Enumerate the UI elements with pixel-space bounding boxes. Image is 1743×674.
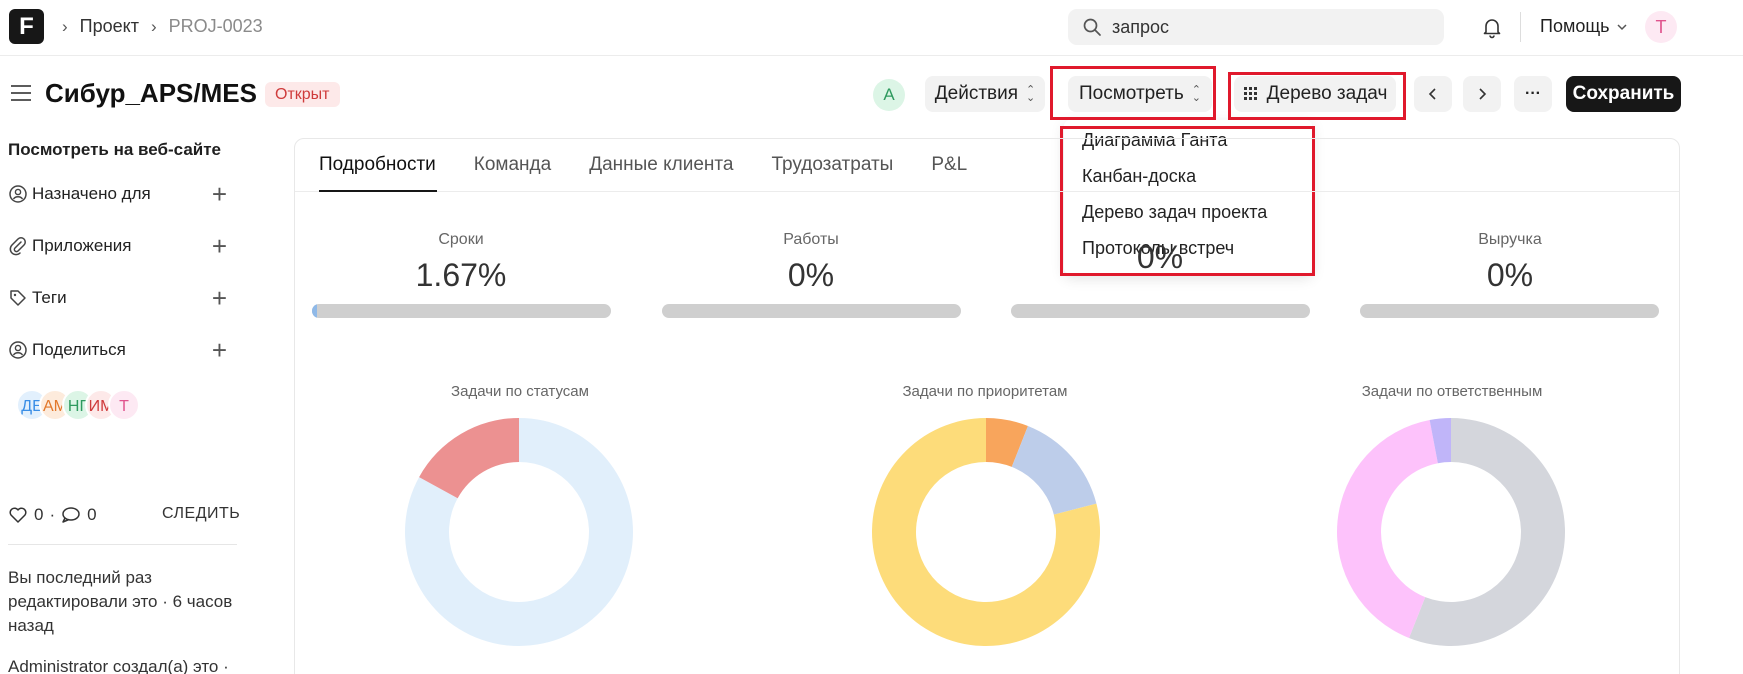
divider [8, 544, 237, 545]
actions-label: Действия [934, 83, 1019, 104]
sidebar-row-tags[interactable]: Теги + [8, 285, 233, 311]
follow-button[interactable]: СЛЕДИТЬ [162, 505, 240, 523]
chevron-left-icon [1428, 88, 1436, 100]
sidebar-row-label: Назначено для [32, 184, 151, 203]
sidebar-row-share[interactable]: Поделиться + [8, 337, 233, 363]
heart-icon[interactable] [8, 506, 28, 524]
sidebar-row-label: Теги [32, 288, 67, 307]
app-logo[interactable]: F [9, 9, 44, 44]
likes-count: 0 [34, 505, 44, 524]
likes-comments: 0 · 0 [8, 505, 97, 525]
tab-bar: Подробности Команда Данные клиента Трудо… [319, 154, 967, 176]
page-title: Сибур_APS/MES [45, 78, 257, 108]
metric-value: 0% [787, 257, 835, 293]
dot-separator: · [49, 505, 56, 524]
created-by-text: Administrator создал(а) это · [8, 657, 229, 674]
comments-count: 0 [87, 505, 97, 524]
status-donut-chart [405, 418, 633, 646]
user-avatar[interactable]: T [1645, 11, 1677, 43]
chevron-down-icon [1617, 23, 1627, 30]
user-add-icon [9, 185, 27, 203]
assignee-avatar[interactable]: A [873, 79, 905, 111]
metric-works: Работы 0% [661, 231, 961, 294]
tab-timesheets[interactable]: Трудозатраты [771, 154, 893, 176]
paperclip-icon [9, 237, 26, 256]
metric-value: 0% [1486, 257, 1534, 293]
breadcrumb: › Проект › PROJ-0023 [62, 16, 263, 37]
priority-donut-chart [872, 418, 1100, 646]
bell-icon[interactable] [1480, 15, 1504, 39]
highlight-box [1050, 66, 1216, 120]
breadcrumb-project[interactable]: Проект [80, 16, 139, 37]
next-button[interactable] [1463, 76, 1501, 112]
sidebar-row-assigned[interactable]: Назначено для + [8, 181, 233, 207]
divider [295, 191, 1679, 192]
chevron-right-icon: › [62, 16, 68, 36]
actions-button[interactable]: Действия ⌃ ⌄ [925, 76, 1045, 112]
more-icon: ··· [1525, 85, 1541, 102]
metric-revenue: Выручка 0% [1360, 231, 1660, 294]
metric-progress-bar [312, 304, 611, 318]
search-icon [1083, 18, 1101, 36]
metric-deadlines: Сроки 1.67% [311, 231, 611, 294]
metric-label: Сроки [438, 231, 484, 248]
tab-team[interactable]: Команда [474, 154, 551, 176]
user-avatar[interactable]: T [108, 389, 140, 421]
breadcrumb-current[interactable]: PROJ-0023 [169, 16, 263, 37]
active-tab-indicator [319, 190, 437, 192]
menu-icon[interactable] [10, 84, 32, 102]
plus-icon[interactable]: + [212, 233, 227, 259]
divider [1520, 12, 1521, 42]
metric-value: 1.67% [415, 257, 507, 293]
tab-client-data[interactable]: Данные клиента [589, 154, 733, 176]
metric-label: Работы [783, 231, 839, 248]
metric-third: 0% [1010, 231, 1310, 276]
metric-progress-bar [1011, 304, 1310, 318]
chevron-updown-icon: ⌃ ⌄ [1026, 84, 1036, 104]
plus-icon[interactable]: + [212, 181, 227, 207]
more-button[interactable]: ··· [1514, 76, 1552, 112]
save-button[interactable]: Сохранить [1566, 76, 1681, 112]
plus-icon[interactable]: + [212, 337, 227, 363]
search-box[interactable] [1068, 9, 1444, 45]
last-edited-text: Вы последний раз редактировали это · 6 ч… [8, 568, 233, 635]
view-on-website-link[interactable]: Посмотреть на веб-сайте [8, 140, 221, 160]
plus-icon[interactable]: + [212, 285, 227, 311]
previous-button[interactable] [1414, 76, 1452, 112]
sidebar-row-label: Приложения [32, 236, 132, 255]
highlight-box [1228, 72, 1406, 120]
metric-progress-bar [1360, 304, 1659, 318]
top-navbar: F › Проект › PROJ-0023 Помощь T [0, 0, 1743, 56]
search-input[interactable] [1112, 16, 1432, 38]
chevron-right-icon [1479, 88, 1487, 100]
tag-icon [10, 290, 26, 306]
assignee-donut-chart [1337, 418, 1565, 646]
donut-slice[interactable] [1011, 426, 1097, 515]
status-badge: Открыт [265, 82, 340, 107]
sidebar-row-label: Поделиться [32, 340, 126, 359]
comment-icon[interactable] [61, 506, 81, 524]
user-share-icon [9, 341, 27, 359]
help-menu[interactable]: Помощь [1540, 16, 1628, 37]
sidebar-row-attachments[interactable]: Приложения + [8, 233, 233, 259]
metric-progress-bar [662, 304, 961, 318]
metric-value: 0% [1136, 239, 1184, 275]
chevron-right-icon: › [150, 16, 157, 36]
tab-pnl[interactable]: P&L [931, 154, 967, 176]
chart-title: Задачи по статусам [451, 383, 589, 400]
tab-details[interactable]: Подробности [319, 154, 436, 176]
chart-title: Задачи по ответственным [1361, 383, 1543, 400]
metric-label: Выручка [1478, 231, 1542, 248]
chart-title: Задачи по приоритетам [902, 383, 1068, 400]
help-label: Помощь [1540, 16, 1610, 36]
